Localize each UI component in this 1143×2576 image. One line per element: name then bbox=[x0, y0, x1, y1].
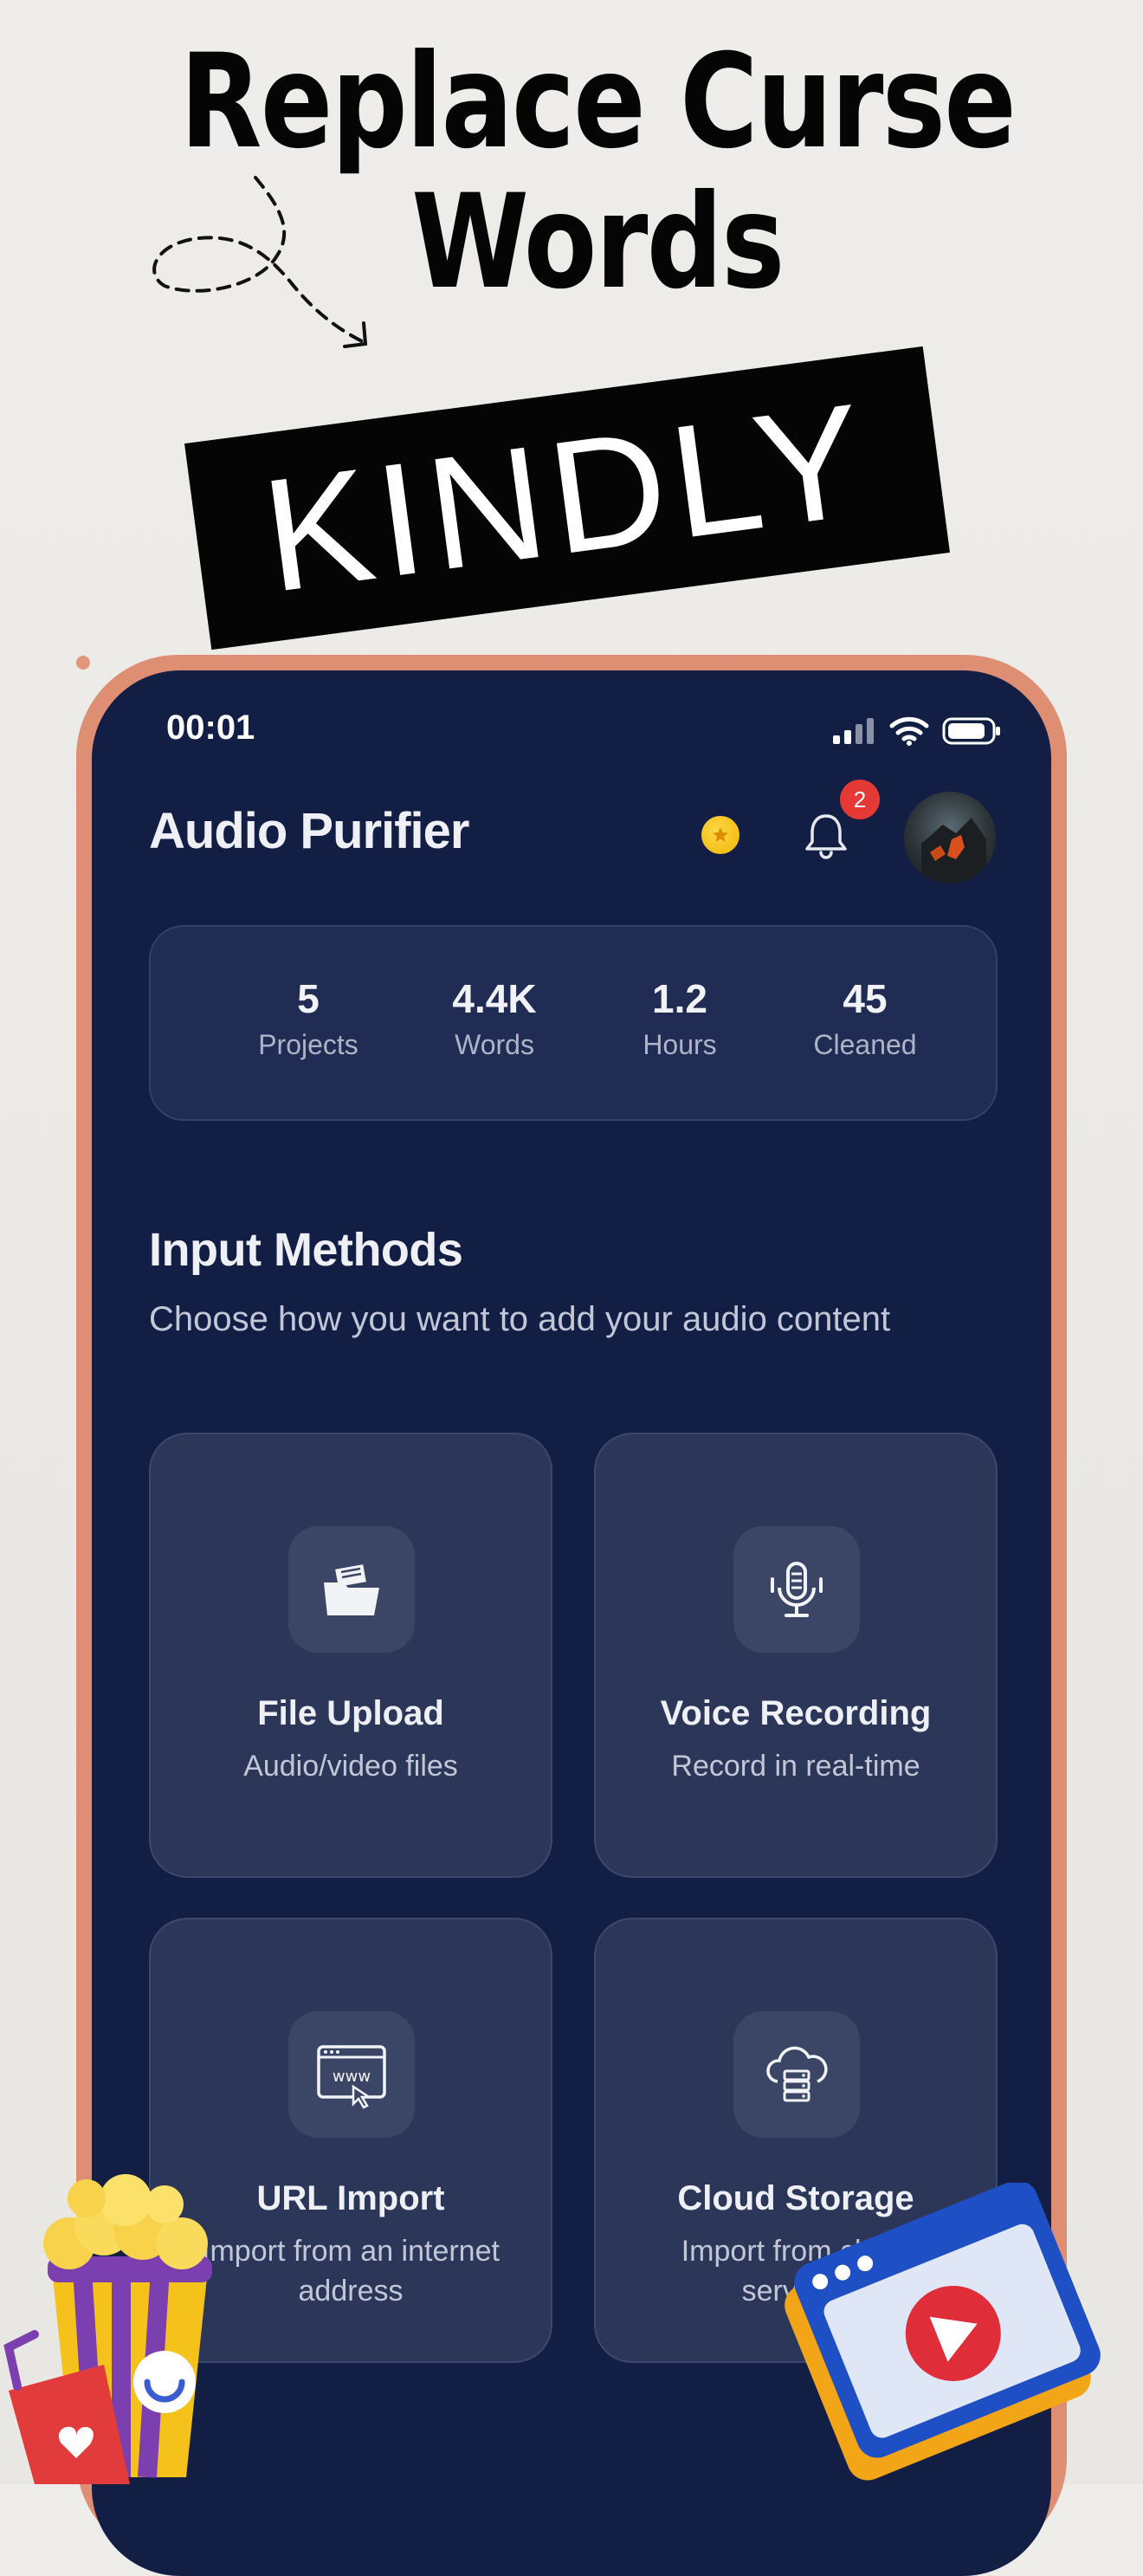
dashed-arrow-doodle bbox=[152, 176, 368, 348]
decorative-dot bbox=[76, 656, 90, 670]
bell-icon[interactable] bbox=[798, 809, 854, 864]
stat-label: Projects bbox=[258, 1029, 358, 1060]
avatar[interactable] bbox=[904, 792, 996, 883]
app-title: Audio Purifier bbox=[149, 803, 469, 859]
wifi-icon bbox=[889, 716, 929, 746]
card-title: File Upload bbox=[257, 1694, 444, 1732]
www-icon: www bbox=[288, 2011, 415, 2138]
status-icons bbox=[831, 715, 1003, 747]
stat-hours: 1.2 Hours bbox=[593, 975, 766, 1061]
kindly-text: KINDLY bbox=[254, 369, 881, 626]
stat-cleaned: 45 Cleaned bbox=[778, 975, 952, 1061]
svg-text:www: www bbox=[333, 2068, 371, 2086]
card-title: Voice Recording bbox=[660, 1694, 932, 1732]
battery-icon bbox=[942, 717, 1000, 745]
kindly-banner: KINDLY bbox=[184, 346, 950, 650]
stat-label: Cleaned bbox=[813, 1029, 917, 1060]
folder-icon bbox=[288, 1526, 415, 1653]
headline-line-1: Replace Curse bbox=[179, 27, 1017, 178]
card-subtitle: Audio/video files bbox=[243, 1750, 458, 1783]
stat-value: 4.4K bbox=[452, 976, 537, 1021]
stat-label: Hours bbox=[643, 1029, 717, 1060]
stats-card: 5 Projects 4.4K Words 1.2 Hours 45 Clean… bbox=[149, 925, 998, 1121]
video-player-icon bbox=[785, 2183, 1101, 2481]
stat-value: 45 bbox=[843, 976, 888, 1021]
popcorn-drink-icon bbox=[3, 2174, 212, 2484]
stat-words: 4.4K Words bbox=[408, 975, 581, 1061]
card-subtitle: Record in real-time bbox=[671, 1750, 920, 1783]
voice-recording-card[interactable]: Voice Recording Record in real-time bbox=[594, 1433, 998, 1878]
file-upload-card[interactable]: File Upload Audio/video files bbox=[149, 1433, 552, 1878]
stat-value: 5 bbox=[297, 976, 320, 1021]
section-subtitle: Choose how you want to add your audio co… bbox=[149, 1300, 891, 1338]
microphone-icon bbox=[733, 1526, 860, 1653]
notification-badge: 2 bbox=[840, 780, 880, 819]
status-time: 00:01 bbox=[166, 709, 255, 747]
stat-label: Words bbox=[455, 1029, 534, 1060]
signal-icon bbox=[833, 718, 874, 744]
stat-projects: 5 Projects bbox=[222, 975, 395, 1061]
stat-value: 1.2 bbox=[652, 976, 707, 1021]
coin-icon[interactable] bbox=[701, 816, 739, 854]
cloud-server-icon bbox=[733, 2011, 860, 2138]
section-title: Input Methods bbox=[149, 1224, 463, 1276]
